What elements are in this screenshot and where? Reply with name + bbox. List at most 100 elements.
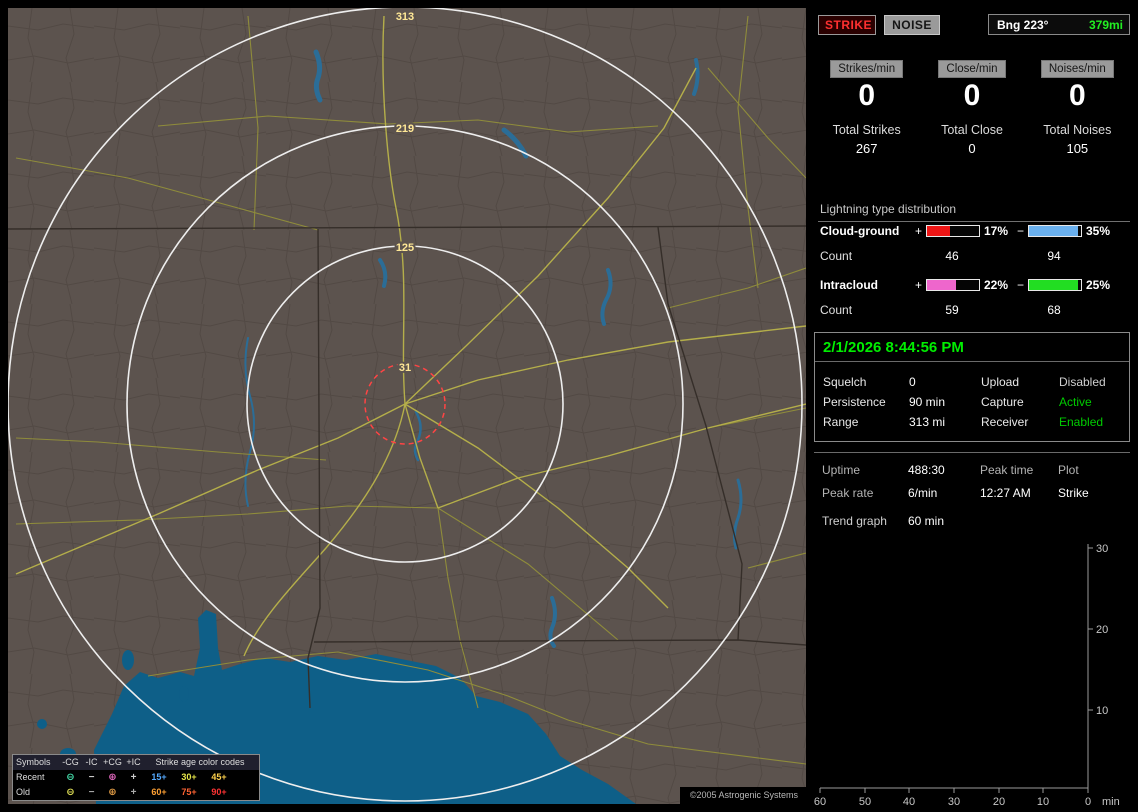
intracloud-row: Intracloud + 22% − 25% [814,278,1130,292]
persistence-label: Persistence [823,395,886,409]
strikes-per-min-chip[interactable]: Strikes/min [830,60,904,78]
age-30: 30+ [181,772,197,782]
trend-y-tick: 10 [1096,705,1108,717]
neg-ic-recent-icon: − [88,771,95,783]
status-row: Range 313 mi Receiver Enabled [815,415,1129,431]
map-legend: Symbols -CG -IC +CG +IC Strike age color… [12,754,260,801]
status-panel: STRIKE NOISE Bng 223° 379mi Strikes/min … [814,0,1138,812]
trend-graph-label: Trend graph [822,514,887,528]
range-value: 313 mi [909,415,946,429]
stats-row: Uptime 488:30 Peak time Plot [814,463,1130,479]
trend-y-tick: 30 [1096,543,1108,555]
map-canvas[interactable]: 313 219 125 31 [8,8,806,804]
trend-x-tick: 60 [814,796,826,808]
peak-time-value: 12:27 AM [980,486,1031,500]
total-close-value: 0 [968,141,976,156]
trend-x-tick: 40 [903,796,915,808]
cg-plus-bar [926,225,980,237]
trend-x-tick: 10 [1037,796,1049,808]
upload-label: Upload [981,375,1020,389]
noises-per-min-chip[interactable]: Noises/min [1040,60,1114,78]
capture-value: Active [1059,395,1092,409]
range-ring-label: 219 [396,123,414,135]
cg-minus-pct: 35% [1086,224,1111,238]
pos-ic-old-icon: + [130,786,137,798]
trend-x-tick: 0 [1085,796,1091,808]
age-90: 90+ [211,787,227,797]
cg-plus-pct: 17% [984,224,1009,238]
close-per-min-chip[interactable]: Close/min [938,60,1006,78]
legend-symbols-header: Symbols [16,757,51,767]
trend-x-tick: 50 [859,796,871,808]
peak-rate-value: 6/min [908,486,938,500]
range-label: Range [823,415,859,429]
total-noises-value: 105 [1066,141,1089,156]
upload-value: Disabled [1059,375,1106,389]
legend-col-neg-ic: -IC [85,757,98,767]
legend-col-neg-cg: -CG [62,757,79,767]
ic-plus-pct: 22% [984,278,1009,292]
ic-plus-count: 59 [945,303,959,317]
legend-age-header: Strike age color codes [155,757,245,767]
status-row: Persistence 90 min Capture Active [815,395,1129,411]
strike-indicator-button[interactable]: STRIKE [818,15,876,35]
noise-indicator-button[interactable]: NOISE [884,15,940,35]
range-ring-label: 313 [396,11,414,23]
cg-plus-count: 46 [945,249,959,263]
distance-value: 379mi [1088,17,1123,32]
neg-ic-old-icon: − [88,786,95,798]
trend-y-tick: 20 [1096,624,1108,636]
receiver-status-box: 2/1/2026 8:44:56 PM Squelch 0 Upload Dis… [814,332,1130,442]
legend-col-pos-ic: +IC [126,757,141,767]
count-label: Count [820,303,853,317]
receiver-label: Receiver [981,415,1029,429]
plus-sign: + [915,224,923,238]
rate-counters: Strikes/min 0 Total Strikes 267 Close/mi… [814,60,1130,156]
dist-row-name: Intracloud [820,278,879,292]
separator [815,361,1129,362]
status-row: Squelch 0 Upload Disabled [815,375,1129,391]
trend-graph-window: 60 min [908,514,945,528]
pos-cg-old-icon: ⊕ [108,786,117,798]
total-noises-label: Total Noises [1043,123,1112,137]
neg-cg-recent-icon: ⊖ [66,771,75,783]
range-ring-label: 31 [399,362,411,374]
nexstorm-window: 313 219 125 31 Symbols -CG -IC +CG +IC S… [0,0,1138,812]
uptime-label: Uptime [822,463,861,477]
trend-graph-header: Trend graph 60 min [814,514,1130,530]
dist-row-name: Cloud-ground [820,224,900,238]
close-counter: Close/min 0 Total Close 0 [919,60,1024,156]
trend-x-tick: 20 [993,796,1005,808]
pos-ic-recent-icon: + [130,771,137,783]
datetime-display: 2/1/2026 8:44:56 PM [823,339,964,356]
strikes-counter: Strikes/min 0 Total Strikes 267 [814,60,919,156]
plus-sign: + [915,278,923,292]
close-per-min-value: 0 [963,79,981,112]
age-45: 45+ [211,772,227,782]
peak-time-label: Peak time [980,463,1034,477]
copyright-text: ©2005 Astrogenic Systems [679,787,806,804]
trend-x-unit: min [1102,796,1120,808]
squelch-label: Squelch [823,375,867,389]
count-label: Count [820,249,853,263]
lightning-map[interactable]: 313 219 125 31 Symbols -CG -IC +CG +IC S… [8,8,806,804]
bearing-display: Bng 223° 379mi [988,14,1130,35]
plot-value: Strike [1058,486,1089,500]
cloud-ground-row: Cloud-ground + 17% − 35% [814,224,1130,238]
trend-graph: 30 20 10 60 50 40 30 20 10 0 min [814,543,1120,808]
age-60: 60+ [151,787,167,797]
plot-label: Plot [1058,463,1079,477]
total-strikes-label: Total Strikes [832,123,901,137]
trend-x-tick: 30 [948,796,960,808]
pos-cg-recent-icon: ⊕ [108,771,117,783]
range-ring-label: 125 [396,242,414,254]
cg-minus-bar [1028,225,1082,237]
total-close-label: Total Close [941,123,1003,137]
capture-label: Capture [981,395,1024,409]
intracloud-counts: Count 59 68 [814,303,1130,317]
minus-sign: − [1017,278,1025,292]
legend-row-label: Recent [16,772,45,782]
stats-row: Peak rate 6/min 12:27 AM Strike [814,486,1130,502]
legend-row-label: Old [16,787,31,797]
legend-col-pos-cg: +CG [103,757,122,767]
